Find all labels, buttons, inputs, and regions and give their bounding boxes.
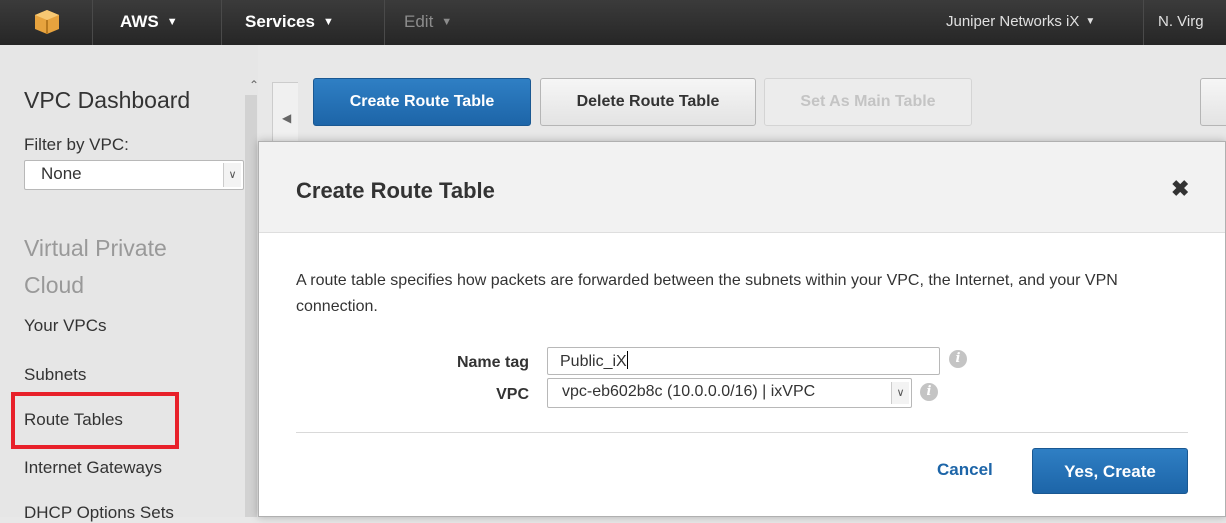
name-tag-input[interactable]: Public_iX: [547, 347, 940, 375]
filter-label: Filter by VPC:: [24, 135, 129, 154]
section-heading: Virtual Private Cloud: [24, 235, 167, 298]
edit-menu-label: Edit: [404, 12, 434, 31]
sidebar: VPC Dashboard Filter by VPC: None ∨ Virt…: [0, 45, 261, 522]
toolbar-extra-button[interactable]: [1200, 78, 1226, 126]
create-route-table-dialog: Create Route Table ✖ A route table speci…: [258, 141, 1226, 517]
dialog-description: A route table specifies how packets are …: [296, 272, 1118, 316]
sidebar-item-subnets[interactable]: Subnets: [24, 365, 86, 385]
services-menu-label: Services: [245, 12, 315, 31]
vpc-label: VPC: [496, 386, 529, 403]
region-label: N. Virg: [1158, 13, 1204, 30]
chevron-down-icon: ▼: [322, 16, 334, 28]
scroll-up-icon[interactable]: ⌃: [247, 78, 261, 94]
account-label: Juniper Networks iX: [946, 13, 1080, 30]
vpc-filter-value: None: [41, 164, 82, 183]
sidebar-title[interactable]: VPC Dashboard: [24, 87, 190, 114]
chevron-down-icon: ∨: [891, 382, 909, 404]
chevron-down-icon: ∨: [223, 163, 241, 187]
info-icon[interactable]: i: [949, 350, 967, 368]
aws-menu[interactable]: AWS ▼: [120, 12, 178, 32]
delete-route-table-button[interactable]: Delete Route Table: [540, 78, 756, 126]
name-tag-value: Public_iX: [560, 353, 627, 370]
sidebar-scrollbar[interactable]: [245, 95, 257, 517]
yes-create-button[interactable]: Yes, Create: [1032, 448, 1188, 494]
divider: [296, 432, 1188, 433]
text-cursor: [626, 351, 628, 369]
name-tag-label: Name tag: [456, 354, 529, 371]
sidebar-item-dhcp-options[interactable]: DHCP Options Sets: [24, 503, 174, 523]
chevron-down-icon: ▼: [166, 16, 178, 28]
top-nav-bar: AWS ▼ Services ▼ Edit ▼ Juniper Networks iX…: [0, 0, 1226, 45]
close-icon[interactable]: ✖: [1171, 176, 1189, 202]
caret-down-icon: ▼: [1085, 16, 1096, 27]
chevron-left-icon: ◀: [282, 111, 292, 125]
account-menu[interactable]: Juniper Networks iX ▼: [946, 13, 1095, 30]
chevron-down-icon: ▼: [441, 16, 453, 28]
info-icon[interactable]: i: [920, 383, 938, 401]
cancel-button[interactable]: Cancel: [937, 460, 993, 480]
sidebar-item-internet-gateways[interactable]: Internet Gateways: [24, 458, 162, 478]
aws-cube-icon[interactable]: [34, 9, 60, 35]
services-menu[interactable]: Services ▼: [245, 12, 334, 32]
region-menu[interactable]: N. Virg: [1158, 13, 1204, 30]
edit-menu[interactable]: Edit ▼: [404, 12, 452, 32]
divider: [221, 0, 222, 45]
sidebar-item-your-vpcs[interactable]: Your VPCs: [24, 316, 107, 336]
highlight-box: [11, 392, 179, 449]
divider: [1143, 0, 1144, 45]
divider: [384, 0, 385, 45]
dialog-header: Create Route Table ✖: [259, 142, 1225, 233]
set-main-table-button[interactable]: Set As Main Table: [764, 78, 972, 126]
dialog-title: Create Route Table: [296, 178, 495, 203]
create-route-table-button[interactable]: Create Route Table: [313, 78, 531, 126]
vpc-select[interactable]: vpc-eb602b8c (10.0.0.0/16) | ixVPC ∨: [547, 378, 912, 408]
divider: [92, 0, 93, 45]
vpc-select-value: vpc-eb602b8c (10.0.0.0/16) | ixVPC: [562, 383, 816, 400]
aws-menu-label: AWS: [120, 12, 159, 31]
vpc-filter-select[interactable]: None ∨: [24, 160, 244, 190]
